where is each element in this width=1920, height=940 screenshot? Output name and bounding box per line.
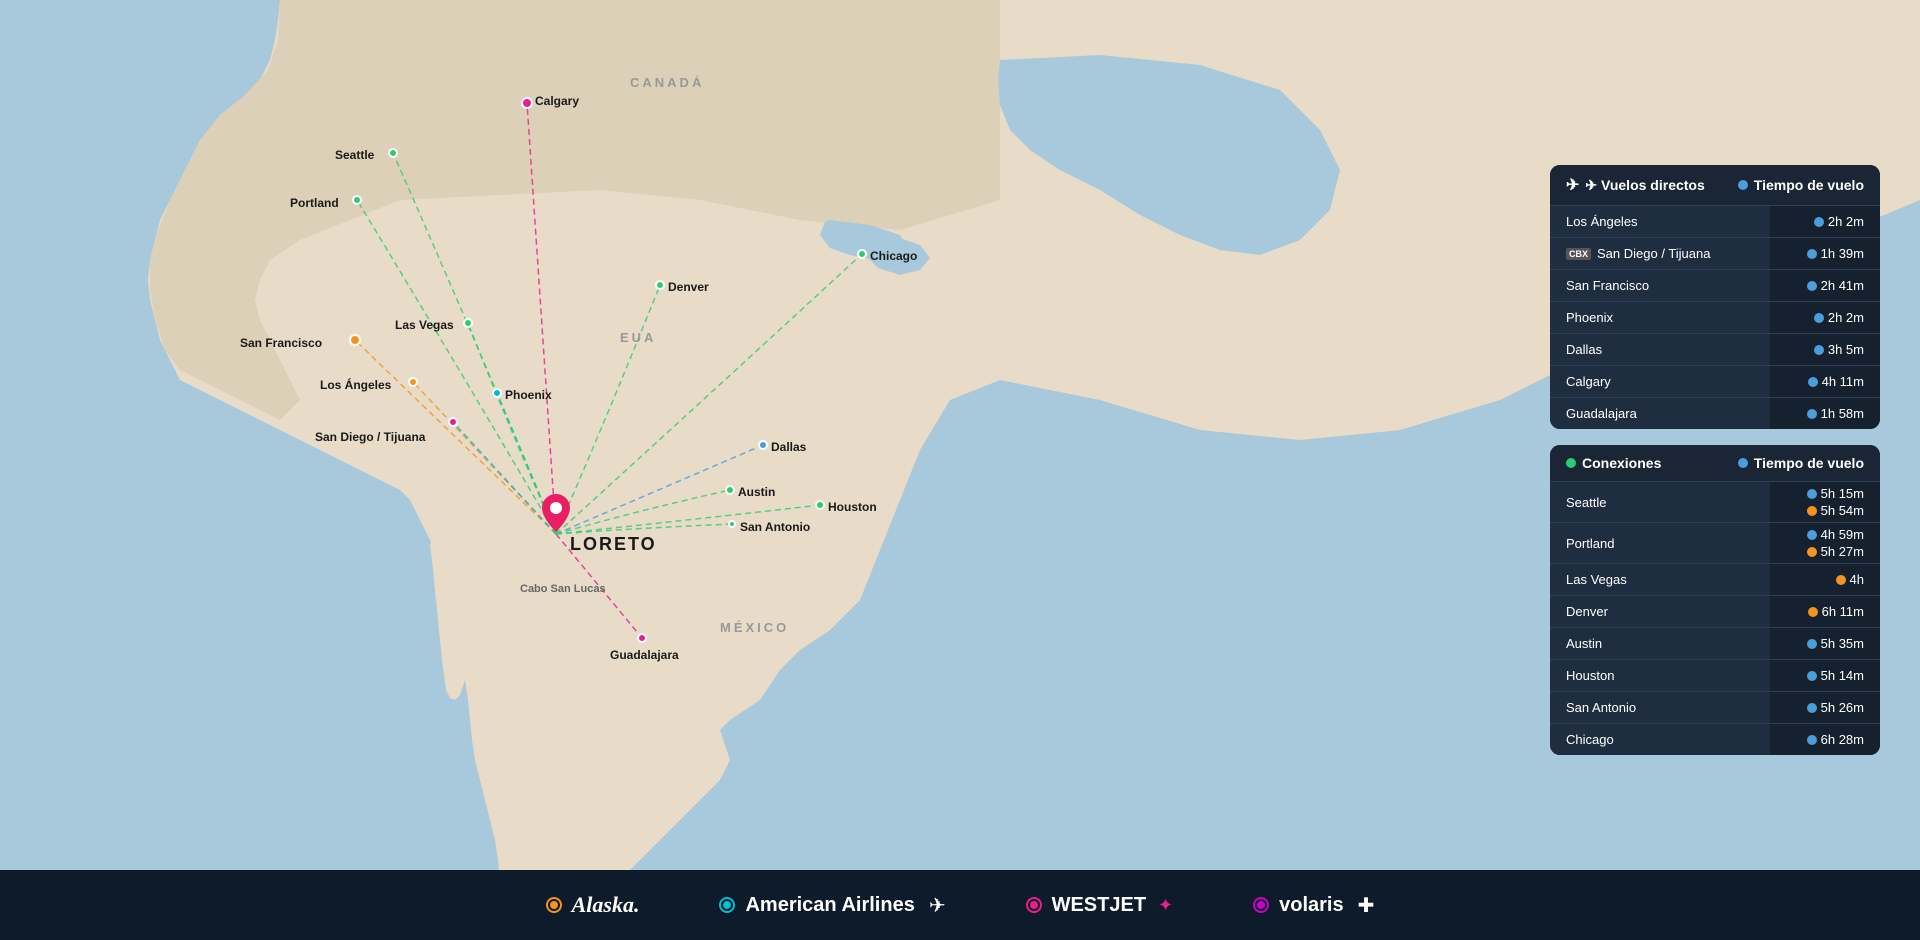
direct-dest-sf: San Francisco <box>1550 270 1770 301</box>
connections-panel: Conexiones Tiempo de vuelo Seattle 5h 15… <box>1550 445 1880 755</box>
conn-row-denver: Denver 6h 11m <box>1550 596 1880 628</box>
bottom-bar: Alaska. American Airlines ✈ WESTJET ✦ vo… <box>0 870 1920 940</box>
direct-row-la: Los Ángeles 2h 2m <box>1550 206 1880 238</box>
city-dot-portland <box>352 195 362 205</box>
alaska-label: Alaska. <box>572 892 640 918</box>
direct-panel-header: ✈ ✈ Vuelos directos Tiempo de vuelo <box>1550 165 1880 206</box>
city-dot-chicago <box>857 249 867 259</box>
westjet-label: WESTJET <box>1052 894 1146 917</box>
airline-american: American Airlines ✈ <box>719 893 945 918</box>
conn-row-lasvegas: Las Vegas 4h <box>1550 564 1880 596</box>
connections-panel-time-header: Tiempo de vuelo <box>1754 455 1864 471</box>
conn-time-lasvegas: 4h <box>1770 564 1880 595</box>
direct-time-guadalajara: 1h 58m <box>1770 398 1880 429</box>
direct-time-dallas: 3h 5m <box>1770 334 1880 365</box>
connections-panel-title: Conexiones <box>1582 455 1661 471</box>
city-dot-calgary <box>521 97 533 109</box>
conn-row-austin: Austin 5h 35m <box>1550 628 1880 660</box>
city-dot-denver <box>655 280 665 290</box>
conn-row-sanantonio: San Antonio 5h 26m <box>1550 692 1880 724</box>
conn-time-austin: 5h 35m <box>1770 628 1880 659</box>
conn-time-sanantonio: 5h 26m <box>1770 692 1880 723</box>
direct-dest-dallas: Dallas <box>1550 334 1770 365</box>
city-dot-houston <box>815 500 825 510</box>
direct-time-calgary: 4h 11m <box>1770 366 1880 397</box>
conn-row-houston: Houston 5h 14m <box>1550 660 1880 692</box>
conn-dest-lasvegas: Las Vegas <box>1550 564 1770 595</box>
westjet-dot <box>1026 897 1042 913</box>
airline-alaska: Alaska. <box>546 892 640 918</box>
direct-flights-panel: ✈ ✈ Vuelos directos Tiempo de vuelo Los … <box>1550 165 1880 429</box>
conn-time-seattle: 5h 15m 5h 54m <box>1770 482 1880 522</box>
conn-dest-denver: Denver <box>1550 596 1770 627</box>
city-dot-sf <box>349 334 361 346</box>
direct-row-dallas: Dallas 3h 5m <box>1550 334 1880 366</box>
direct-row-phoenix: Phoenix 2h 2m <box>1550 302 1880 334</box>
direct-row-sf: San Francisco 2h 41m <box>1550 270 1880 302</box>
conn-dest-chicago: Chicago <box>1550 724 1770 755</box>
city-dot-dallas <box>758 440 768 450</box>
conn-row-seattle: Seattle 5h 15m 5h 54m <box>1550 482 1880 523</box>
loreto-pin <box>542 494 570 537</box>
volaris-label: volaris <box>1279 894 1343 917</box>
city-dot-guadalajara <box>637 633 647 643</box>
conn-time-denver: 6h 11m <box>1770 596 1880 627</box>
direct-dest-sandiego: CBX San Diego / Tijuana <box>1550 238 1770 269</box>
city-dot-sandiego <box>448 417 458 427</box>
direct-dest-calgary: Calgary <box>1550 366 1770 397</box>
direct-row-calgary: Calgary 4h 11m <box>1550 366 1880 398</box>
direct-time-phoenix: 2h 2m <box>1770 302 1880 333</box>
direct-panel-title: ✈ Vuelos directos <box>1585 177 1704 194</box>
american-label: American Airlines <box>745 894 914 917</box>
city-dot-phoenix <box>492 388 502 398</box>
direct-panel-time-header: Tiempo de vuelo <box>1754 177 1864 193</box>
american-dot <box>719 897 735 913</box>
airline-westjet: WESTJET ✦ <box>1026 894 1174 917</box>
conn-time-portland: 4h 59m 5h 27m <box>1770 523 1880 563</box>
alaska-dot <box>546 897 562 913</box>
conn-dest-seattle: Seattle <box>1550 482 1770 522</box>
direct-row-sandiego: CBX San Diego / Tijuana 1h 39m <box>1550 238 1880 270</box>
direct-time-sandiego: 1h 39m <box>1770 238 1880 269</box>
city-dot-lasvegas <box>463 318 473 328</box>
city-dot-seattle <box>388 148 398 158</box>
direct-time-sf: 2h 41m <box>1770 270 1880 301</box>
conn-dest-sanantonio: San Antonio <box>1550 692 1770 723</box>
city-dot-sanantonio <box>728 520 736 528</box>
city-dot-la <box>408 377 418 387</box>
conn-row-chicago: Chicago 6h 28m <box>1550 724 1880 755</box>
connections-panel-header: Conexiones Tiempo de vuelo <box>1550 445 1880 482</box>
city-dot-austin <box>725 485 735 495</box>
map-container: CANADÁ EUA MÉXICO Calgary Seattle Portla… <box>0 0 1920 940</box>
conn-row-portland: Portland 4h 59m 5h 27m <box>1550 523 1880 564</box>
conn-dest-houston: Houston <box>1550 660 1770 691</box>
direct-dest-phoenix: Phoenix <box>1550 302 1770 333</box>
airline-volaris: volaris ✚ <box>1253 893 1374 918</box>
conn-time-houston: 5h 14m <box>1770 660 1880 691</box>
volaris-dot <box>1253 897 1269 913</box>
conn-dest-portland: Portland <box>1550 523 1770 563</box>
conn-time-chicago: 6h 28m <box>1770 724 1880 755</box>
conn-dest-austin: Austin <box>1550 628 1770 659</box>
direct-row-guadalajara: Guadalajara 1h 58m <box>1550 398 1880 429</box>
direct-time-la: 2h 2m <box>1770 206 1880 237</box>
direct-dest-la: Los Ángeles <box>1550 206 1770 237</box>
direct-dest-guadalajara: Guadalajara <box>1550 398 1770 429</box>
